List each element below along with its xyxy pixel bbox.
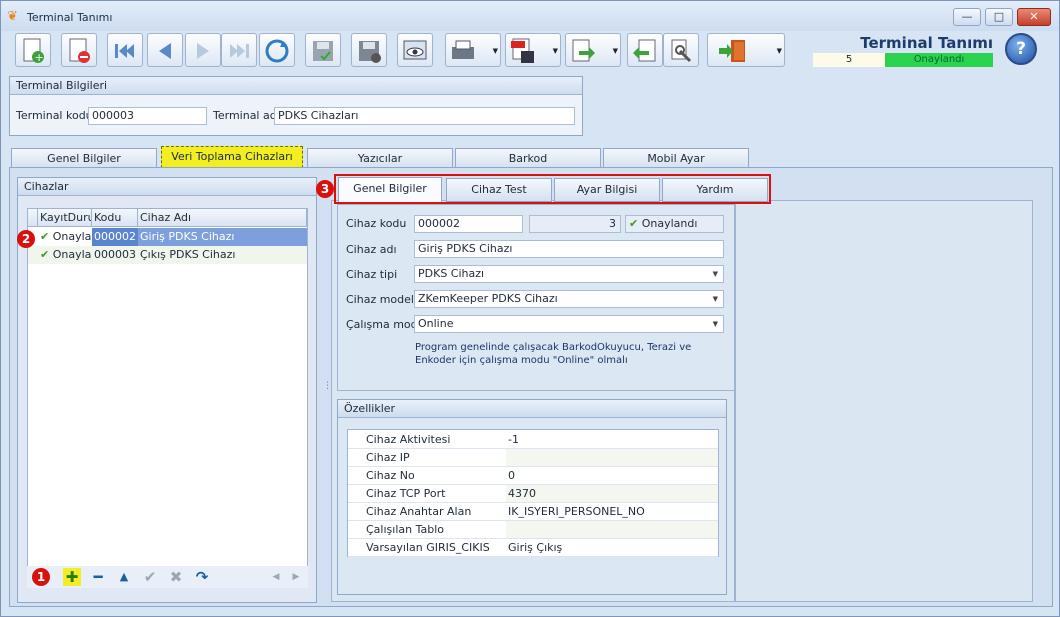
chevron-down-icon: ▼ (712, 270, 718, 278)
table-row[interactable]: ✔ Onaylandı 000003 Çıkış PDKS Cihazı (28, 246, 307, 264)
terminal-code-label: Terminal kodu (16, 109, 93, 122)
close-button[interactable]: ✕ (1017, 8, 1051, 26)
export-button[interactable]: ▼ (565, 33, 621, 67)
property-row[interactable]: Cihaz Anahtar Alan IK_ISYERI_PERSONEL_NO (348, 503, 718, 521)
save-close-icon[interactable] (351, 33, 387, 67)
annotation-badge-1: 1 (32, 568, 50, 586)
save-icon[interactable] (305, 33, 341, 67)
property-row[interactable]: Varsayılan GIRIS_CIKIS Giriş Çıkış (348, 539, 718, 557)
table-row[interactable]: ✔ Onaylandı 000002 Giriş PDKS Cihazı (28, 228, 307, 246)
prev-record-icon[interactable] (147, 33, 183, 67)
exit-button[interactable]: ▼ (707, 33, 785, 67)
property-row[interactable]: Cihaz IP (348, 449, 718, 467)
device-model-label: Cihaz modeli (346, 293, 418, 306)
svg-text:+: + (35, 51, 44, 64)
property-row[interactable]: Cihaz Aktivitesi -1 (348, 431, 718, 449)
print-button[interactable]: ▼ (445, 33, 501, 67)
devices-grid: KayıtDurumu Kodu Cihaz Adı ✔ Onaylandı 0… (27, 208, 308, 586)
check-icon: ✔ (629, 217, 639, 230)
status-cell: ✔ Onaylandı (40, 248, 92, 261)
column-header[interactable]: KayıtDurumu (38, 209, 92, 227)
import-icon[interactable] (627, 33, 663, 67)
device-name-field[interactable]: Giriş PDKS Cihazı (414, 240, 724, 258)
row-indicator-header (28, 209, 38, 227)
column-header[interactable]: Cihaz Adı (138, 209, 307, 227)
panel-title: Terminal Bilgileri (10, 77, 582, 95)
tab-barkod[interactable]: Barkod (455, 148, 601, 168)
scroll-left-icon[interactable]: ◀ (267, 568, 285, 586)
refresh-icon[interactable] (259, 33, 295, 67)
window-title: Terminal Tanımı (27, 11, 113, 24)
remove-row-icon[interactable]: ━ (89, 568, 107, 586)
device-status: ✔ Onaylandı (625, 215, 724, 233)
first-record-icon[interactable] (107, 33, 143, 67)
chevron-down-icon: ▼ (612, 47, 618, 55)
work-mode-select[interactable]: Online ▼ (414, 315, 724, 333)
annotation-badge-3: 3 (316, 180, 334, 198)
mode-note: Program genelinde çalışacak BarkodOkuyuc… (415, 342, 692, 366)
properties-title: Özellikler (338, 400, 726, 418)
grid-navigator: ✚ ━ ▲ ✔ ✖ ↷ ◀ ▶ (27, 566, 308, 588)
chevron-down-icon: ▼ (492, 47, 498, 55)
devices-title: Cihazlar (18, 178, 316, 196)
tab-veri-toplama[interactable]: Veri Toplama Cihazları (161, 146, 303, 168)
device-type-label: Cihaz tipi (346, 268, 398, 281)
code-cell: 000002 (92, 228, 138, 246)
delete-record-button[interactable] (61, 33, 97, 67)
chevron-down-icon: ▼ (776, 47, 782, 55)
scroll-right-icon[interactable]: ▶ (287, 568, 305, 586)
tab-yazicilar[interactable]: Yazıcılar (307, 148, 453, 168)
tools-icon[interactable] (663, 33, 699, 67)
work-mode-label: Çalışma modu (346, 318, 425, 331)
annotation-badge-2: 2 (17, 230, 35, 248)
butterfly-icon: ❦ (7, 9, 18, 24)
property-row[interactable]: Çalışılan Tablo (348, 521, 718, 539)
code-cell: 000003 (94, 248, 136, 261)
terminal-name-label: Terminal adı (213, 109, 280, 122)
confirm-icon[interactable]: ✔ (141, 568, 159, 586)
main-window: ❦ Terminal Tanımı — □ ✕ + ▼ ▼ ▼ ▼ Termin… (0, 0, 1060, 617)
chevron-down-icon: ▼ (712, 295, 718, 303)
pdf-export-button[interactable]: ▼ (505, 33, 561, 67)
minimize-button[interactable]: — (953, 8, 981, 26)
tab-mobil-ayar[interactable]: Mobil Ayar (603, 148, 749, 168)
terminal-code-field[interactable]: 000003 (88, 107, 207, 125)
chevron-down-icon: ▼ (552, 47, 558, 55)
chevron-down-icon: ▼ (712, 320, 718, 328)
tab-genel-bilgiler[interactable]: Genel Bilgiler (11, 148, 157, 168)
device-type-select[interactable]: PDKS Cihazı ▼ (414, 265, 724, 283)
status-badge: Onaylandı (885, 53, 993, 67)
record-count: 5 (813, 53, 885, 67)
maximize-button[interactable]: □ (985, 8, 1013, 26)
name-cell: Giriş PDKS Cihazı (138, 228, 307, 246)
check-icon: ✔ (40, 230, 50, 243)
check-icon: ✔ (40, 248, 50, 261)
header-title: Terminal Tanımı (860, 34, 993, 52)
column-header[interactable]: Kodu (92, 209, 138, 227)
move-up-icon[interactable]: ▲ (115, 568, 133, 586)
right-area (735, 200, 1033, 602)
property-row[interactable]: Cihaz No 0 (348, 467, 718, 485)
terminal-info-panel: Terminal Bilgileri (9, 76, 583, 136)
device-code-number: 3 (529, 215, 621, 233)
device-code-label: Cihaz kodu (346, 217, 407, 230)
device-model-select[interactable]: ZKemKeeper PDKS Cihazı ▼ (414, 290, 724, 308)
device-code-field[interactable]: 000002 (414, 215, 523, 233)
undo-icon[interactable]: ↷ (193, 568, 211, 586)
title-bar: ❦ Terminal Tanımı — □ ✕ (1, 1, 1059, 31)
property-row[interactable]: Cihaz TCP Port 4370 (348, 485, 718, 503)
next-record-icon[interactable] (185, 33, 221, 67)
highlight-box (334, 174, 771, 204)
name-cell: Çıkış PDKS Cihazı (140, 248, 236, 261)
add-row-icon[interactable]: ✚ (63, 568, 81, 586)
device-name-label: Cihaz adı (346, 243, 397, 256)
last-record-icon[interactable] (221, 33, 257, 67)
properties-grid: Cihaz Aktivitesi -1 Cihaz IP Cihaz No 0 Ci… (347, 429, 719, 557)
status-cell: ✔ Onaylandı (40, 230, 92, 243)
new-record-button[interactable]: + (15, 33, 51, 67)
help-button[interactable]: ? (1005, 33, 1037, 65)
terminal-name-field[interactable]: PDKS Cihazları (274, 107, 575, 125)
cancel-icon[interactable]: ✖ (167, 568, 185, 586)
preview-icon[interactable] (397, 33, 433, 67)
